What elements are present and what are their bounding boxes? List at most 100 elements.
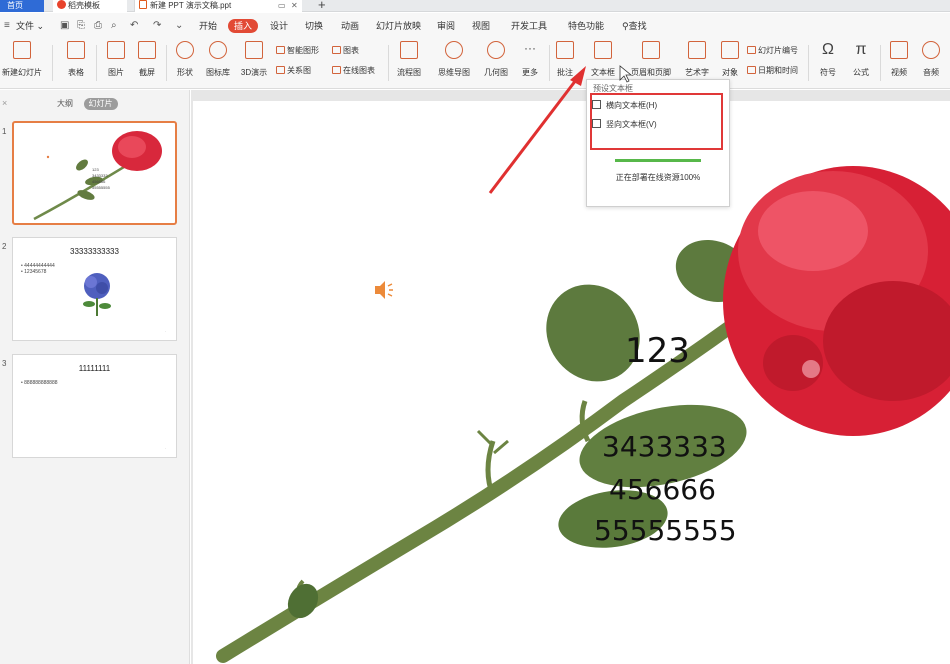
slide-number-button[interactable]: 幻灯片编号 (747, 45, 798, 56)
preview-icon[interactable]: ⌕ (111, 19, 117, 33)
shape-icon (176, 41, 194, 59)
datetime-icon (747, 66, 756, 74)
vertical-textbox-item[interactable]: 竖向文本框(V) (592, 118, 657, 132)
tab-home[interactable]: 首页 (0, 0, 44, 12)
export-icon[interactable]: ⎘ (77, 19, 85, 33)
thumb-bullet-text: 888888888888 (24, 380, 58, 386)
art-text-button[interactable]: 艺术字 (680, 41, 714, 78)
chart-button[interactable]: 图表 (332, 45, 359, 56)
new-tab-button[interactable]: + (318, 0, 326, 12)
more-label: 更多 (522, 68, 538, 77)
slide-text-line[interactable]: 123 (625, 331, 690, 371)
restore-tab-icon[interactable]: ▭ (278, 0, 286, 12)
object-button[interactable]: 对象 (718, 41, 742, 78)
menu-file-label: 文件 (16, 21, 35, 31)
slide-thumbnail-1[interactable]: 123 3433333 456666 55555555 (12, 121, 177, 225)
icon-library-label: 图标库 (206, 68, 230, 77)
menu-developer[interactable]: 开发工具 (511, 20, 547, 32)
comment-button[interactable]: 批注 (553, 41, 577, 78)
symbol-button[interactable]: Ω 符号 (814, 41, 842, 78)
slide-number-label: 幻灯片编号 (758, 46, 798, 55)
relation-button[interactable]: 关系图 (276, 65, 311, 76)
screenshot-button[interactable]: 截屏 (133, 41, 161, 78)
tab-template[interactable]: 稻壳模板 (53, 0, 127, 12)
chart-label: 图表 (343, 46, 359, 55)
new-slide-icon (13, 41, 31, 59)
online-chart-label: 在线图表 (343, 66, 375, 75)
collapse-panel-icon[interactable]: × (2, 98, 7, 108)
relation-label: 关系图 (287, 66, 311, 75)
menu-insert[interactable]: 插入 (228, 19, 259, 33)
audio-speaker-icon[interactable] (373, 279, 395, 303)
header-footer-button[interactable]: 页眉和页脚 (628, 41, 674, 78)
slide-text-line[interactable]: 456666 (609, 473, 716, 506)
ribbon-divider (166, 45, 167, 81)
thumb-bullet-text: 12345678 (24, 269, 47, 275)
close-tab-icon[interactable]: ✕ (291, 0, 298, 12)
demo-3d-button[interactable]: 3D演示 (239, 41, 269, 78)
undo-icon[interactable]: ↶ (130, 19, 138, 33)
online-chart-button[interactable]: 在线图表 (332, 65, 375, 76)
video-button[interactable]: 视频 (886, 41, 912, 78)
ribbon-divider (96, 45, 97, 81)
speaker-icon-graphic (375, 281, 393, 299)
geometry-button[interactable]: 几何图 (482, 41, 510, 78)
menu-slideshow[interactable]: 幻灯片放映 (376, 20, 421, 32)
save-icon[interactable]: ▣ (60, 19, 69, 33)
menu-file[interactable]: 文件 ⌄ (16, 20, 44, 32)
hamburger-icon[interactable]: ≡ (4, 19, 10, 33)
formula-button[interactable]: π 公式 (848, 41, 874, 78)
new-slide-button[interactable]: 新建幻灯片 (0, 41, 44, 78)
audio-label: 音频 (923, 68, 939, 77)
mindmap-button[interactable]: 思维导图 (433, 41, 475, 78)
progress-status: 正在部署在线资源100% (615, 173, 701, 182)
horizontal-textbox-icon (592, 100, 601, 109)
audio-button[interactable]: 音频 (918, 41, 944, 78)
textbox-icon (594, 41, 612, 59)
online-chart-icon (332, 66, 341, 74)
docer-logo-icon (57, 0, 66, 9)
rose-image[interactable] (193, 101, 950, 664)
picture-button[interactable]: 图片 (102, 41, 130, 78)
tab-slides[interactable]: 幻灯片 (83, 98, 118, 110)
header-footer-label: 页眉和页脚 (631, 68, 671, 77)
menu-start[interactable]: 开始 (199, 20, 217, 32)
table-button[interactable]: 表格 (62, 41, 90, 78)
datetime-button[interactable]: 日期和时间 (747, 65, 798, 76)
menu-transition[interactable]: 切换 (305, 20, 323, 32)
tab-document[interactable]: 新建 PPT 演示文稿.ppt (134, 0, 302, 12)
print-icon[interactable]: ⎙ (94, 19, 102, 33)
art-text-label: 艺术字 (685, 68, 709, 77)
more-button[interactable]: ··· 更多 (516, 41, 544, 78)
menu-features[interactable]: 特色功能 (568, 20, 604, 32)
tab-outline[interactable]: 大纲 (52, 98, 78, 110)
search-button[interactable]: ⚲查找 (622, 20, 647, 32)
slide-thumbnail-2[interactable]: 33333333333 • 44444444444 • 12345678 · (12, 237, 177, 341)
slide-canvas[interactable]: 123 3433333 456666 55555555 (193, 101, 950, 664)
thumb-1-line: 55555555 (92, 185, 110, 190)
more-quick-icon[interactable]: ⌄ (175, 19, 183, 33)
screenshot-label: 截屏 (139, 68, 155, 77)
flowchart-button[interactable]: 流程图 (392, 41, 426, 78)
menu-review[interactable]: 审阅 (437, 20, 455, 32)
slide-text-line[interactable]: 3433333 (602, 430, 727, 463)
ribbon-divider (549, 45, 550, 81)
menu-animation[interactable]: 动画 (341, 20, 359, 32)
flowchart-label: 流程图 (397, 68, 421, 77)
smart-art-button[interactable]: 智能图形 (276, 45, 319, 56)
thumb-page-mark: · (164, 446, 166, 451)
redo-icon[interactable]: ↷ (153, 19, 161, 33)
horizontal-textbox-item[interactable]: 横向文本框(H) (592, 99, 657, 113)
textbox-button[interactable]: 文本框 (586, 41, 620, 78)
slide-number: 3 (2, 359, 7, 368)
thumb-bullet: • 12345678 (21, 269, 47, 275)
slide-thumbnail-3[interactable]: 11111111 • 888888888888 · (12, 354, 177, 458)
audio-icon (922, 41, 940, 59)
slide-text-line[interactable]: 55555555 (594, 514, 737, 547)
menu-design[interactable]: 设计 (270, 20, 288, 32)
menu-view[interactable]: 视图 (472, 20, 490, 32)
ribbon-divider (880, 45, 881, 81)
shape-button[interactable]: 形状 (171, 41, 199, 78)
thumb-page-mark: · (164, 329, 166, 334)
icon-library-button[interactable]: 图标库 (204, 41, 232, 78)
